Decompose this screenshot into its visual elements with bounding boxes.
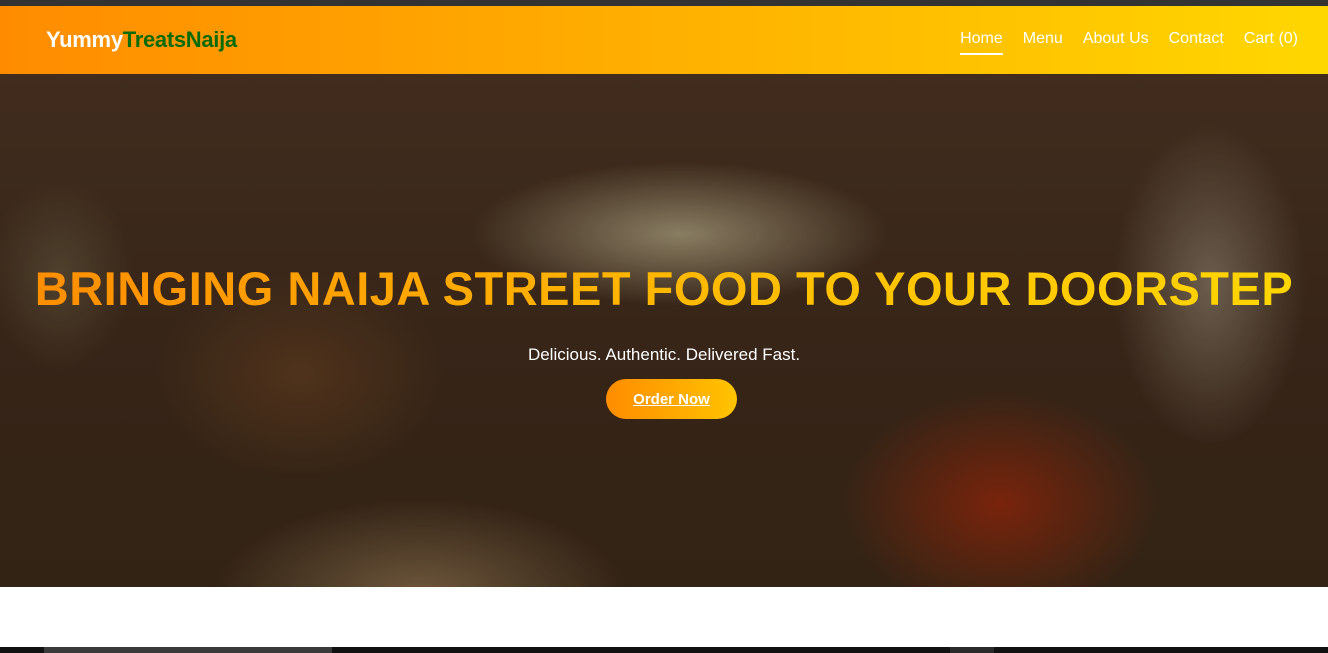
main-nav: Home Menu About Us Contact Cart (0) [960, 30, 1298, 55]
nav-home[interactable]: Home [960, 30, 1003, 55]
nav-about-us[interactable]: About Us [1083, 30, 1149, 55]
navbar: YummyTreatsNaija Home Menu About Us Cont… [0, 6, 1328, 74]
hero-section: BRINGING NAIJA STREET FOOD TO YOUR DOORS… [0, 74, 1328, 587]
hero-subtitle: Delicious. Authentic. Delivered Fast. [527, 345, 801, 364]
site-logo[interactable]: YummyTreatsNaija [46, 27, 237, 53]
next-section-edge [0, 647, 1328, 653]
logo-part-yummy: Yummy [46, 27, 123, 52]
order-now-button[interactable]: Order Now [606, 379, 737, 419]
nav-menu[interactable]: Menu [1023, 30, 1063, 55]
hero-content: BRINGING NAIJA STREET FOOD TO YOUR DOORS… [0, 74, 1328, 587]
nav-cart[interactable]: Cart (0) [1244, 30, 1298, 55]
hero-title: BRINGING NAIJA STREET FOOD TO YOUR DOORS… [0, 261, 1328, 316]
next-section-card-edge [44, 647, 332, 653]
nav-contact[interactable]: Contact [1169, 30, 1224, 55]
logo-part-treats-naija: TreatsNaija [122, 27, 237, 52]
next-section-card-edge-2 [950, 647, 994, 653]
